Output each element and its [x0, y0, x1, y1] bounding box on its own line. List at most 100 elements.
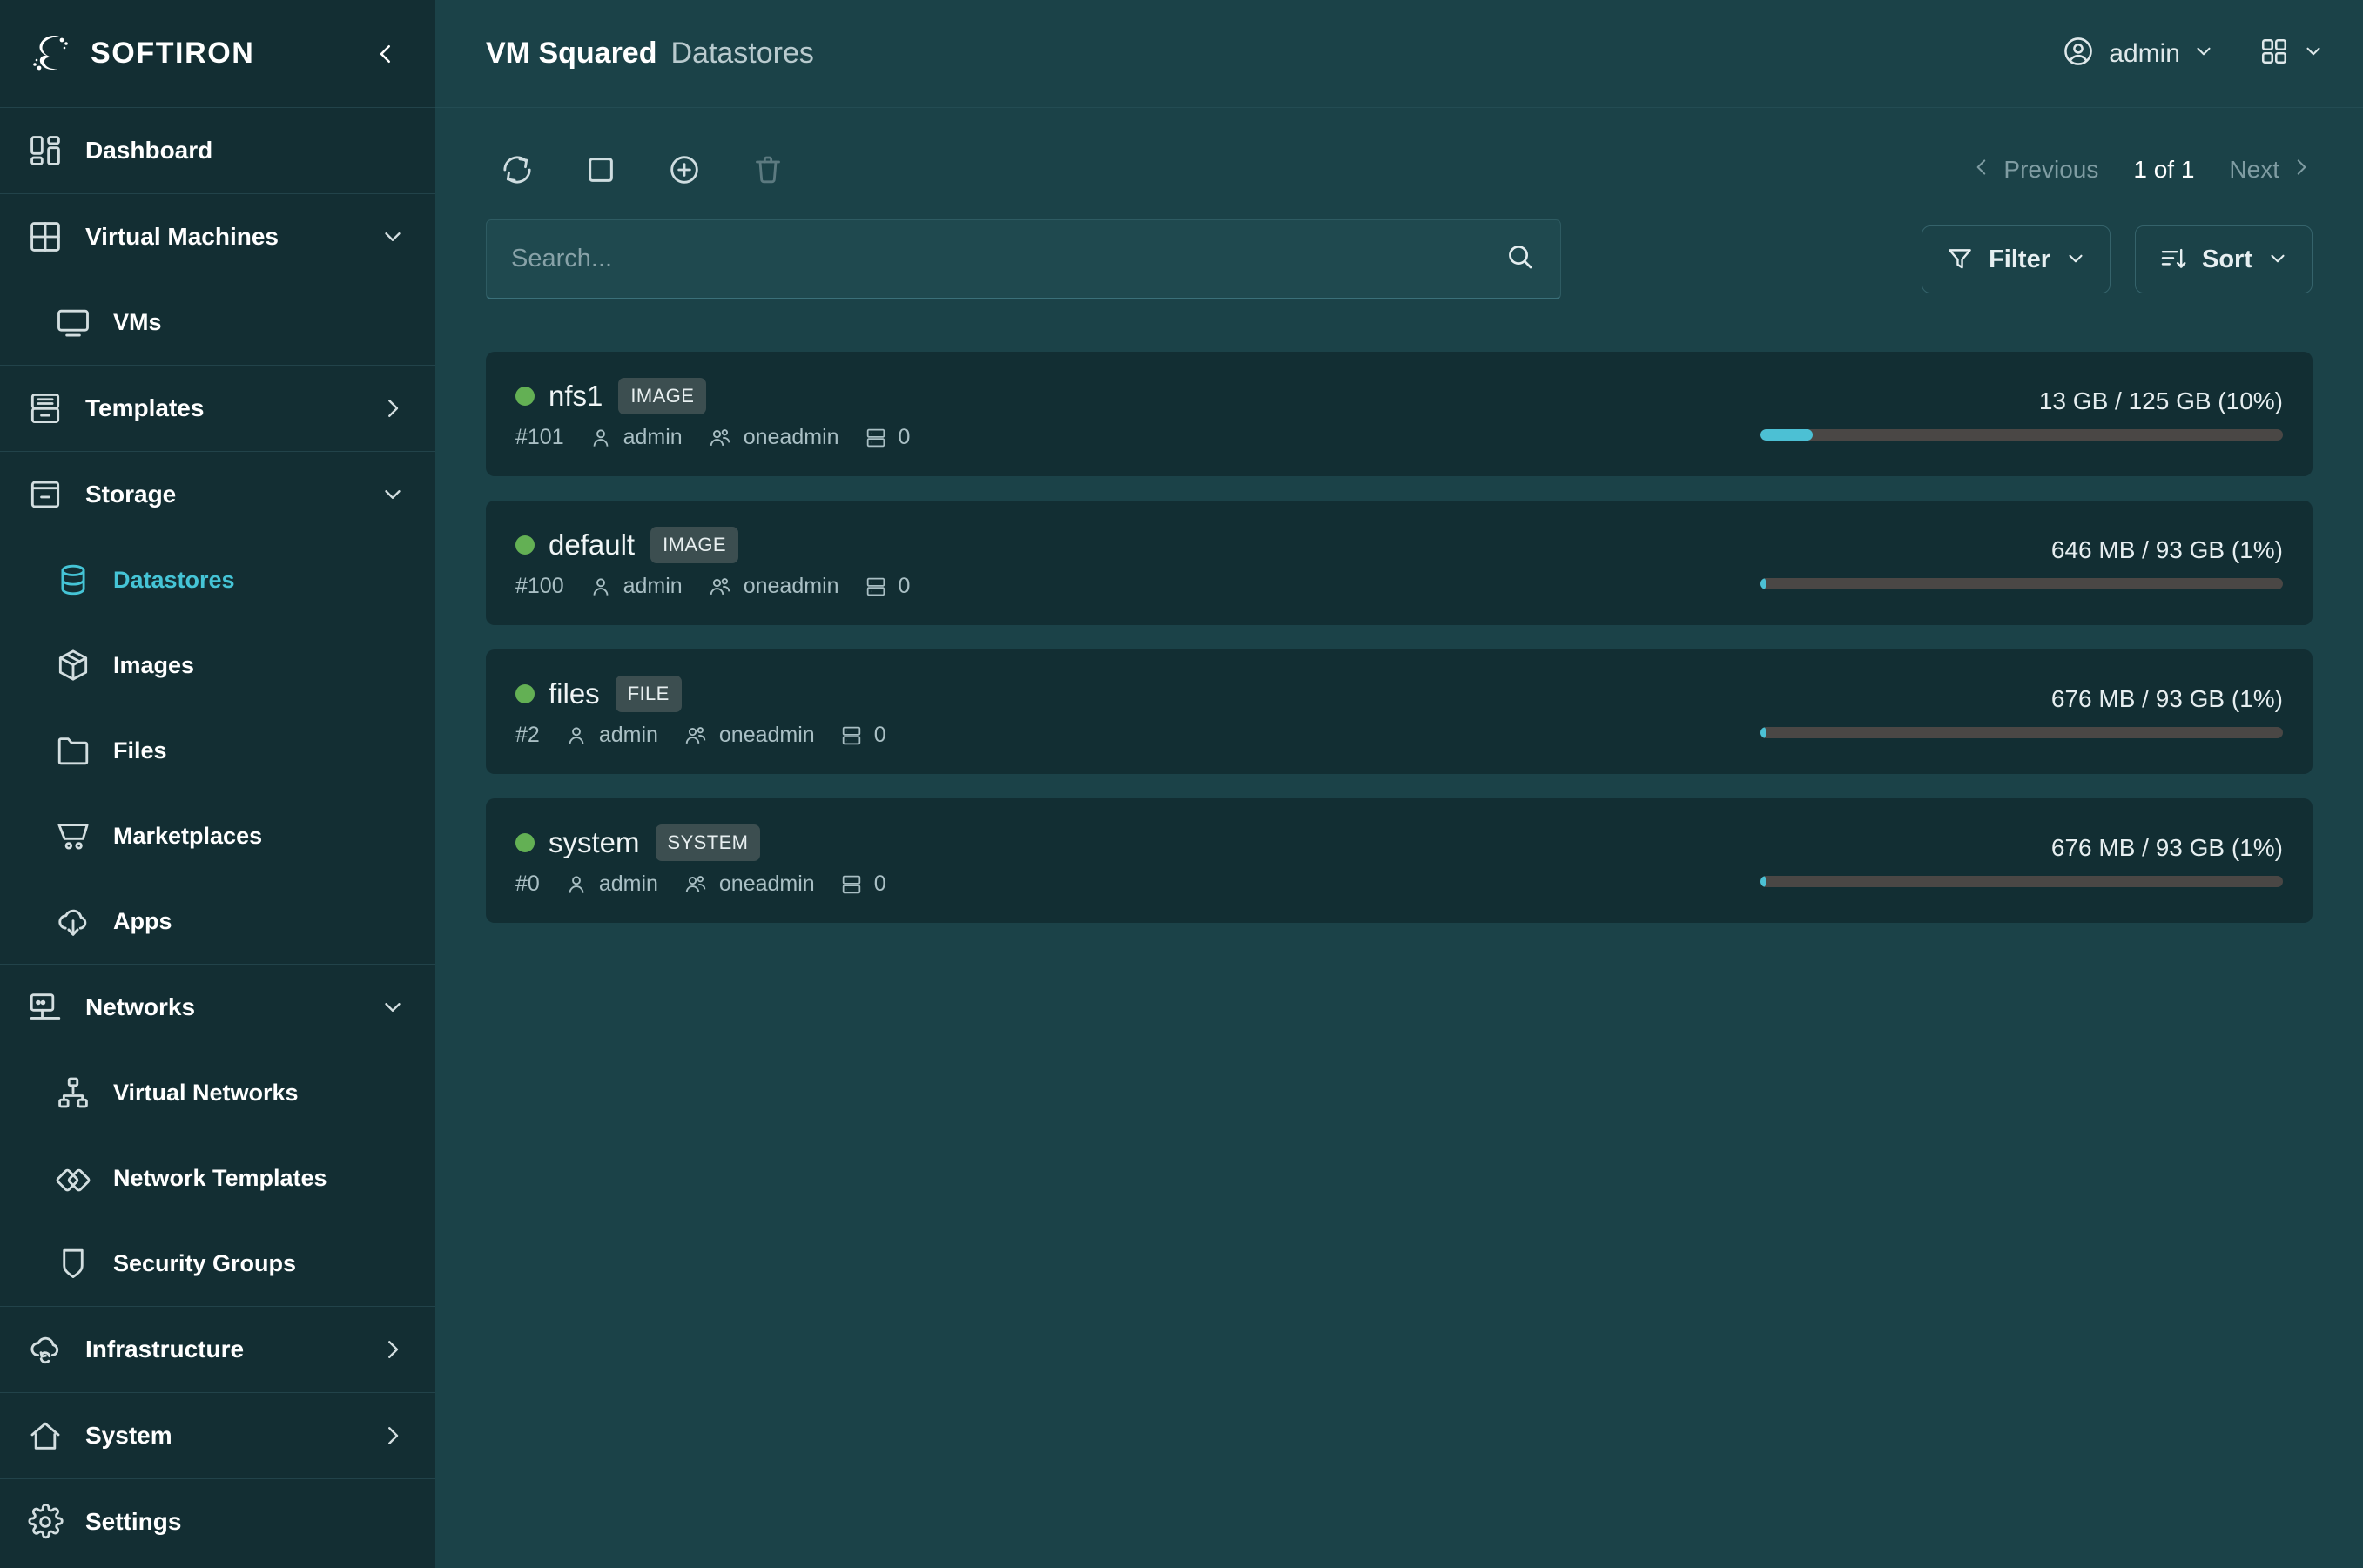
- datastore-info: default IMAGE #100 admin oneadmin 0: [515, 527, 910, 599]
- datastore-id: #0: [515, 871, 540, 896]
- capacity-label: 13 GB / 125 GB (10%): [2038, 387, 2283, 414]
- package-box-icon: [54, 646, 92, 684]
- chevron-right-icon[interactable]: [380, 1423, 406, 1449]
- folder-icon: [54, 731, 92, 770]
- sidebar-item-virtual-networks[interactable]: Virtual Networks: [0, 1050, 435, 1135]
- sidebar: SOFTIRON Dashboard Virtual Machines VMs Tem…: [0, 0, 435, 1568]
- datastore-row[interactable]: nfs1 IMAGE #101 admin oneadmin 0 13 GB / 125 G…: [486, 352, 2313, 476]
- chevron-right-icon: [2290, 156, 2313, 185]
- user-circle-icon: [2062, 35, 2095, 72]
- datastore-meta: #101 admin oneadmin 0: [515, 425, 910, 450]
- datastore-row[interactable]: system SYSTEM #0 admin oneadmin 0 676 MB / 93 …: [486, 798, 2313, 923]
- sidebar-item-network-templates[interactable]: Network Templates: [0, 1135, 435, 1221]
- apps-menu-button[interactable]: [2259, 36, 2325, 71]
- datastore-group: oneadmin: [683, 871, 815, 897]
- next-page-button[interactable]: Next: [2229, 156, 2313, 185]
- capacity-progress-fill: [1760, 876, 1766, 887]
- sidebar-item-images[interactable]: Images: [0, 622, 435, 708]
- datastore-info: system SYSTEM #0 admin oneadmin 0: [515, 824, 886, 897]
- sidebar-group: System: [0, 1393, 435, 1479]
- user-menu-button[interactable]: admin: [2062, 35, 2215, 72]
- datastore-info: nfs1 IMAGE #101 admin oneadmin 0: [515, 378, 910, 450]
- sidebar-item-label: Networks: [85, 993, 196, 1020]
- sidebar-group: Infrastructure: [0, 1307, 435, 1393]
- datastore-title-row: nfs1 IMAGE: [515, 378, 910, 414]
- search-box[interactable]: [486, 219, 1561, 299]
- sort-descending-icon: [2158, 244, 2188, 276]
- pagination: Previous 1 of 1 Next: [1970, 156, 2313, 185]
- chevron-down-icon[interactable]: [380, 224, 406, 250]
- create-button[interactable]: [653, 138, 716, 201]
- sidebar-group: Networks Virtual Networks Network Template…: [0, 965, 435, 1307]
- datastore-group: oneadmin: [707, 574, 839, 599]
- capacity-progress-bar: [1760, 727, 2283, 738]
- datastore-title-row: files FILE: [515, 676, 886, 712]
- datastore-row[interactable]: default IMAGE #100 admin oneadmin 0 646 MB / 9…: [486, 501, 2313, 625]
- datastore-meta: #0 admin oneadmin 0: [515, 871, 886, 897]
- datastore-row[interactable]: files FILE #2 admin oneadmin 0 676 MB / 93 GB …: [486, 649, 2313, 774]
- sort-button[interactable]: Sort: [2135, 225, 2313, 293]
- action-toolbar: Previous 1 of 1 Next: [435, 108, 2363, 204]
- server-icon: [839, 723, 864, 748]
- capacity-label: 676 MB / 93 GB (1%): [2050, 685, 2283, 712]
- sidebar-item-label: VMs: [113, 308, 162, 335]
- diamonds-icon: [54, 1159, 92, 1197]
- search-input[interactable]: [511, 245, 1505, 273]
- capacity-label: 646 MB / 93 GB (1%): [2050, 536, 2283, 563]
- page-title: VM Squared: [486, 37, 657, 70]
- dashboard-icon: [26, 131, 64, 170]
- datastore-name: nfs1: [549, 380, 603, 412]
- sidebar-item-label: Files: [113, 737, 167, 764]
- sidebar-collapse-button[interactable]: [366, 34, 406, 74]
- chevron-down-icon: [2192, 40, 2215, 67]
- chevron-down-icon[interactable]: [380, 481, 406, 508]
- sidebar-item-infrastructure[interactable]: Infrastructure: [0, 1307, 435, 1392]
- sidebar-item-dashboard[interactable]: Dashboard: [0, 108, 435, 193]
- sidebar-group: Storage Datastores Images Files Marketplaces…: [0, 452, 435, 965]
- filter-button[interactable]: Filter: [1922, 225, 2111, 293]
- sidebar-item-datastores[interactable]: Datastores: [0, 537, 435, 622]
- sidebar-item-security-groups[interactable]: Security Groups: [0, 1221, 435, 1306]
- chevron-right-icon[interactable]: [380, 1336, 406, 1363]
- datastore-group: oneadmin: [707, 425, 839, 450]
- sidebar-item-virtual-machines[interactable]: Virtual Machines: [0, 194, 435, 279]
- drawer-icon: [26, 389, 64, 427]
- softiron-logo-icon: [26, 30, 75, 78]
- sidebar-item-files[interactable]: Files: [0, 708, 435, 793]
- datastore-type-badge: FILE: [615, 676, 682, 712]
- datastore-group: oneadmin: [683, 723, 815, 748]
- datastore-owner: admin: [564, 871, 658, 897]
- sidebar-group: Virtual Machines VMs: [0, 194, 435, 366]
- sidebar-item-vms[interactable]: VMs: [0, 279, 435, 365]
- group-icon: [683, 723, 709, 748]
- chevron-down-icon[interactable]: [380, 994, 406, 1020]
- chevron-left-icon: [1970, 156, 1993, 185]
- status-indicator-icon: [515, 833, 535, 852]
- datastore-id: #2: [515, 723, 540, 747]
- sidebar-item-networks[interactable]: Networks: [0, 965, 435, 1050]
- sidebar-item-settings[interactable]: Settings: [0, 1479, 435, 1565]
- sidebar-item-system[interactable]: System: [0, 1393, 435, 1478]
- previous-page-button[interactable]: Previous: [1970, 156, 2098, 185]
- sidebar-item-label: Dashboard: [85, 137, 213, 164]
- monitor-icon: [54, 303, 92, 341]
- delete-button[interactable]: [737, 138, 799, 201]
- capacity-progress-fill: [1760, 429, 1813, 441]
- sidebar-item-apps[interactable]: Apps: [0, 878, 435, 964]
- refresh-button[interactable]: [486, 138, 549, 201]
- group-icon: [683, 872, 709, 897]
- sidebar-item-label: Images: [113, 651, 195, 678]
- search-icon[interactable]: [1505, 241, 1536, 277]
- chevron-down-icon: [2064, 247, 2087, 273]
- select-all-button[interactable]: [569, 138, 632, 201]
- sidebar-item-templates[interactable]: Templates: [0, 366, 435, 451]
- user-icon: [564, 723, 589, 748]
- sidebar-item-storage[interactable]: Storage: [0, 452, 435, 537]
- datastore-title-row: system SYSTEM: [515, 824, 886, 861]
- server-icon: [864, 575, 888, 599]
- sidebar-item-marketplaces[interactable]: Marketplaces: [0, 793, 435, 878]
- sidebar-item-label: Templates: [85, 394, 205, 421]
- capacity-label: 676 MB / 93 GB (1%): [2050, 834, 2283, 861]
- chevron-right-icon[interactable]: [380, 395, 406, 421]
- datastore-name: files: [549, 677, 600, 710]
